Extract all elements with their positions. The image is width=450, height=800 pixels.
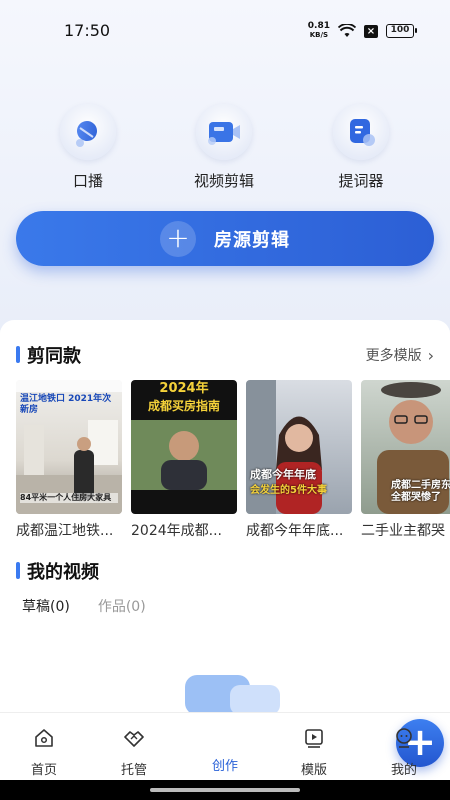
network-speed-unit: KB/S [309,31,329,39]
template-caption: 成都温江地铁... [16,523,114,539]
tool-video-edit-label: 视频剪辑 [193,172,254,190]
tool-video-edit[interactable]: 视频剪辑 [169,100,279,191]
plus-icon: + [160,220,196,257]
house-edit-label: 房源剪辑 [214,229,290,251]
template-list: 温江地铁口 2021年次新房 84平米一个人住房大家具 成都温江地铁... 20… [16,380,450,550]
nav-create[interactable]: + 创作 [195,719,444,774]
tool-teleprompter-label: 提词器 [338,172,384,190]
more-templates-label: 更多模版 [365,348,422,364]
template-overlay-top: 成都二手房东 [391,480,450,491]
network-speed-value: 0.81 [307,21,330,31]
my-videos-tabs: 草稿(0) 作品(0) [22,596,146,616]
my-videos-title: 我的视频 [16,558,99,584]
nav-managed-label: 托管 [120,763,147,778]
template-icon [305,729,323,748]
template-caption: 2024年成都... [131,523,222,539]
template-overlay-bottom: 会发生的5件大事 [250,485,327,496]
template-overlay-bottom: 全都哭惨了 [391,492,441,503]
bottom-nav: 首页 托管 + 创作 模版 我的 [0,712,450,780]
nav-managed[interactable]: 托管 [104,727,164,778]
nav-templates[interactable]: 模版 [284,727,344,778]
tab-works[interactable]: 作品(0) [98,596,146,616]
network-speed: 0.81 KB/S [308,22,330,40]
template-card[interactable]: 温江地铁口 2021年次新房 84平米一个人住房大家具 成都温江地铁... [16,380,122,540]
profile-icon [396,728,412,748]
status-icons: 0.81 KB/S × 100 [308,21,417,41]
wifi-icon [338,24,356,37]
system-nav-bar [0,780,450,800]
template-overlay-top: 成都今年年底 [250,468,316,481]
template-overlay-bottom: 84平米一个人住房大家具 [20,493,118,503]
template-card[interactable]: 成都二手房东 全都哭惨了 二手业主都哭 [361,380,450,540]
template-overlay-top: 温江地铁口 2021年次新房 [20,394,112,415]
house-edit-button[interactable]: + 房源剪辑 [16,211,434,266]
nav-templates-label: 模版 [300,763,327,778]
more-templates-link[interactable]: 更多模版 › [366,345,434,365]
nav-create-label: 创作 [211,759,238,774]
template-thumbnail: 成都今年年底 会发生的5件大事 [246,380,352,514]
tool-teleprompter-circle [333,104,389,160]
battery-icon: 100 [386,24,417,38]
home-icon [35,729,53,747]
template-card[interactable]: 2024年 成都买房指南 2024年成都... [131,380,237,540]
template-overlay-bottom: 成都买房指南 [147,399,220,413]
chevron-right-icon: › [427,345,434,365]
no-sim-icon: × [364,24,378,38]
tool-video-edit-circle [196,104,252,160]
template-card[interactable]: 成都今年年底 会发生的5件大事 成都今年年底... [246,380,352,540]
template-overlay-top: 2024年 [159,381,209,396]
status-bar: 17:50 0.81 KB/S × 100 [0,0,450,60]
home-indicator[interactable] [150,788,300,792]
tab-drafts[interactable]: 草稿(0) [22,596,70,616]
status-time: 17:50 [64,21,111,40]
empty-state-illustration [185,675,280,715]
template-thumbnail: 温江地铁口 2021年次新房 84平米一个人住房大家具 [16,380,122,514]
video-camera-icon [208,122,240,145]
nav-home[interactable]: 首页 [14,727,74,778]
tool-voiceover[interactable]: 口播 [33,100,143,191]
tool-voiceover-circle [60,104,116,160]
nav-profile[interactable]: 我的 [374,727,434,778]
content-panel: 剪同款 更多模版 › 温江地铁口 2021年次新房 84平米一个人住房大家具 成… [0,320,450,715]
template-section-title: 剪同款 [16,342,81,368]
nav-profile-label: 我的 [390,763,417,778]
tool-voiceover-label: 口播 [72,172,103,190]
microphone-icon [76,121,97,147]
tool-teleprompter[interactable]: 提词器 [306,100,416,191]
template-caption: 二手业主都哭 [361,523,445,539]
template-thumbnail: 2024年 成都买房指南 [131,380,237,514]
teleprompter-icon [350,119,375,146]
template-thumbnail: 成都二手房东 全都哭惨了 [361,380,450,514]
template-caption: 成都今年年底... [246,523,344,539]
nav-home-label: 首页 [30,763,57,778]
tool-row: 口播 视频剪辑 提词器 [0,100,450,200]
handshake-icon [124,731,144,747]
